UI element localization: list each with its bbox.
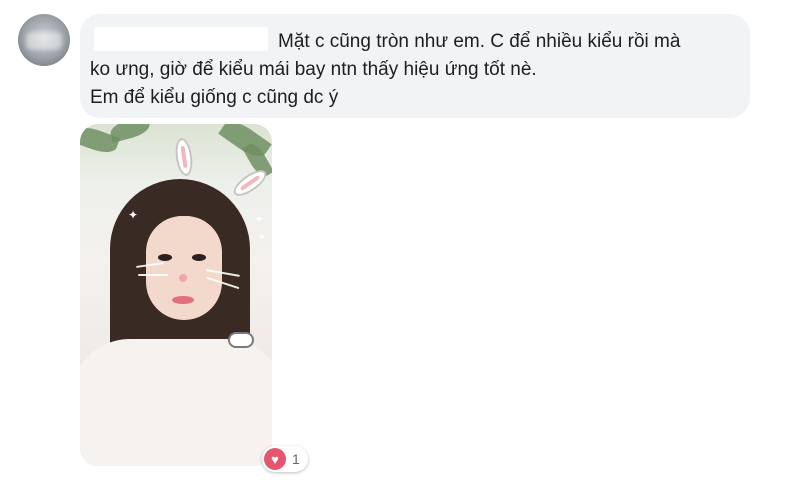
nose [179, 274, 187, 282]
sweater [80, 339, 272, 466]
reaction-count: 1 [292, 451, 300, 467]
redacted-commenter-name [94, 27, 268, 51]
sparkle-icon: ✦ [258, 232, 266, 242]
whisker-filter [138, 274, 168, 276]
comment-text: Mặt c cũng tròn như em. C để nhiều kiểu … [90, 28, 730, 112]
comment-bubble: Mặt c cũng tròn như em. C để nhiều kiểu … [80, 14, 750, 118]
avatar-blur [26, 32, 62, 50]
sparkle-icon: ✦ [128, 208, 139, 222]
comment-line-3: Em để kiểu giống c cũng dc ý [90, 87, 339, 108]
face [146, 216, 222, 320]
leaf-decoration [108, 124, 152, 143]
heart-icon: ♥ [264, 448, 286, 470]
eye [192, 254, 206, 261]
cloud-sticker [228, 332, 254, 348]
reaction-badge[interactable]: ♥ 1 [262, 446, 308, 472]
bunny-ear-filter [229, 165, 271, 201]
commenter-avatar[interactable] [18, 14, 70, 66]
comment-line-1: Mặt c cũng tròn như em. C để nhiều kiểu … [278, 31, 681, 52]
sparkle-icon: ✦ [254, 212, 265, 226]
comment-photo[interactable]: ✦ ✦ ✦ [80, 124, 272, 466]
eye [158, 254, 172, 261]
next-comment-cutoff [92, 478, 282, 490]
bunny-ear-filter [173, 137, 195, 177]
lips [172, 296, 194, 304]
comment-line-2: ko ưng, giờ để kiểu mái bay ntn thấy hiệ… [90, 59, 537, 80]
